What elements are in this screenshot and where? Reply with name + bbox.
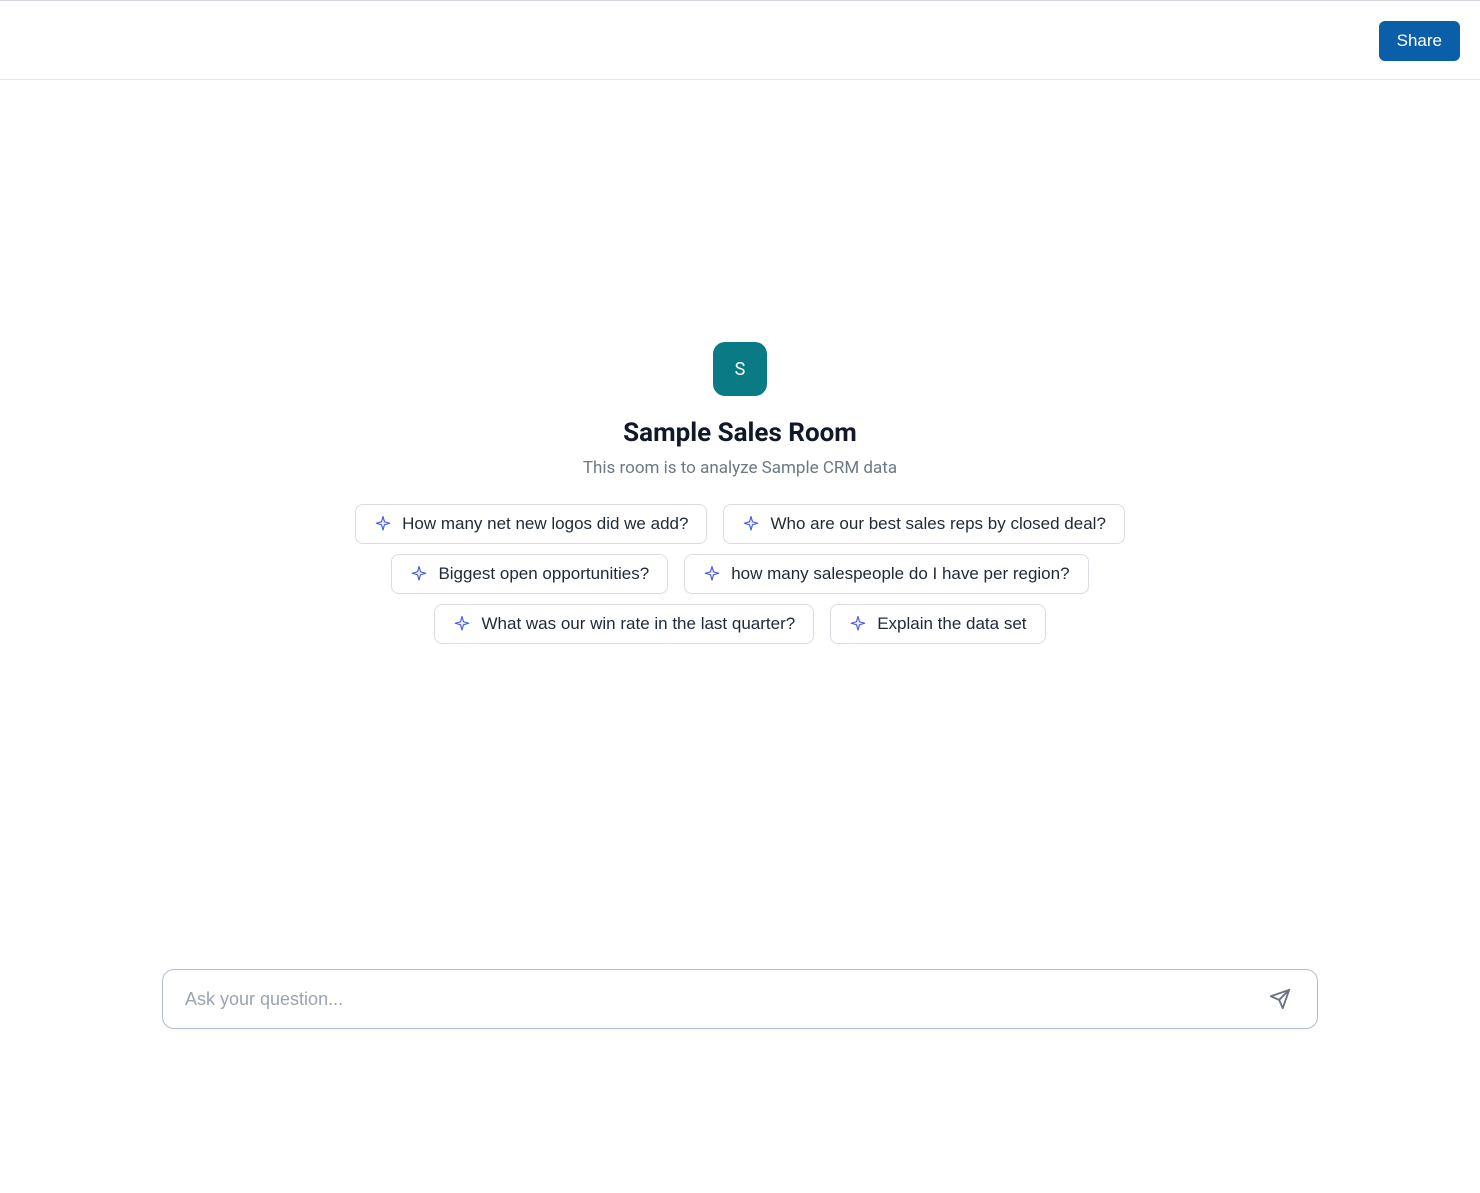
send-icon bbox=[1269, 988, 1291, 1010]
suggestion-row: Biggest open opportunities? how many sal… bbox=[391, 554, 1088, 594]
suggestion-button[interactable]: What was our win rate in the last quarte… bbox=[434, 604, 814, 644]
suggestion-row: How many net new logos did we add? Who a… bbox=[355, 504, 1125, 544]
suggestion-button[interactable]: how many salespeople do I have per regio… bbox=[684, 554, 1088, 594]
room-subtitle: This room is to analyze Sample CRM data bbox=[583, 458, 897, 478]
suggestion-label: Biggest open opportunities? bbox=[438, 564, 649, 584]
suggestion-label: How many net new logos did we add? bbox=[402, 514, 688, 534]
send-button[interactable] bbox=[1265, 984, 1295, 1014]
input-box bbox=[162, 969, 1318, 1029]
room-title: Sample Sales Room bbox=[623, 418, 857, 448]
sparkle-icon bbox=[453, 615, 471, 633]
suggestion-list: How many net new logos did we add? Who a… bbox=[355, 504, 1125, 644]
suggestion-row: What was our win rate in the last quarte… bbox=[434, 604, 1045, 644]
room-avatar: S bbox=[713, 342, 767, 396]
suggestion-label: What was our win rate in the last quarte… bbox=[481, 614, 795, 634]
suggestion-button[interactable]: Biggest open opportunities? bbox=[391, 554, 668, 594]
sparkle-icon bbox=[374, 515, 392, 533]
suggestion-label: Who are our best sales reps by closed de… bbox=[770, 514, 1105, 534]
sparkle-icon bbox=[703, 565, 721, 583]
suggestion-button[interactable]: How many net new logos did we add? bbox=[355, 504, 707, 544]
header: Share bbox=[0, 0, 1480, 80]
sparkle-icon bbox=[410, 565, 428, 583]
input-area bbox=[162, 969, 1318, 1029]
sparkle-icon bbox=[849, 615, 867, 633]
suggestion-label: how many salespeople do I have per regio… bbox=[731, 564, 1069, 584]
question-input[interactable] bbox=[185, 989, 1265, 1010]
suggestion-label: Explain the data set bbox=[877, 614, 1026, 634]
share-button[interactable]: Share bbox=[1379, 21, 1460, 61]
suggestion-button[interactable]: Who are our best sales reps by closed de… bbox=[723, 504, 1124, 544]
suggestion-button[interactable]: Explain the data set bbox=[830, 604, 1045, 644]
sparkle-icon bbox=[742, 515, 760, 533]
